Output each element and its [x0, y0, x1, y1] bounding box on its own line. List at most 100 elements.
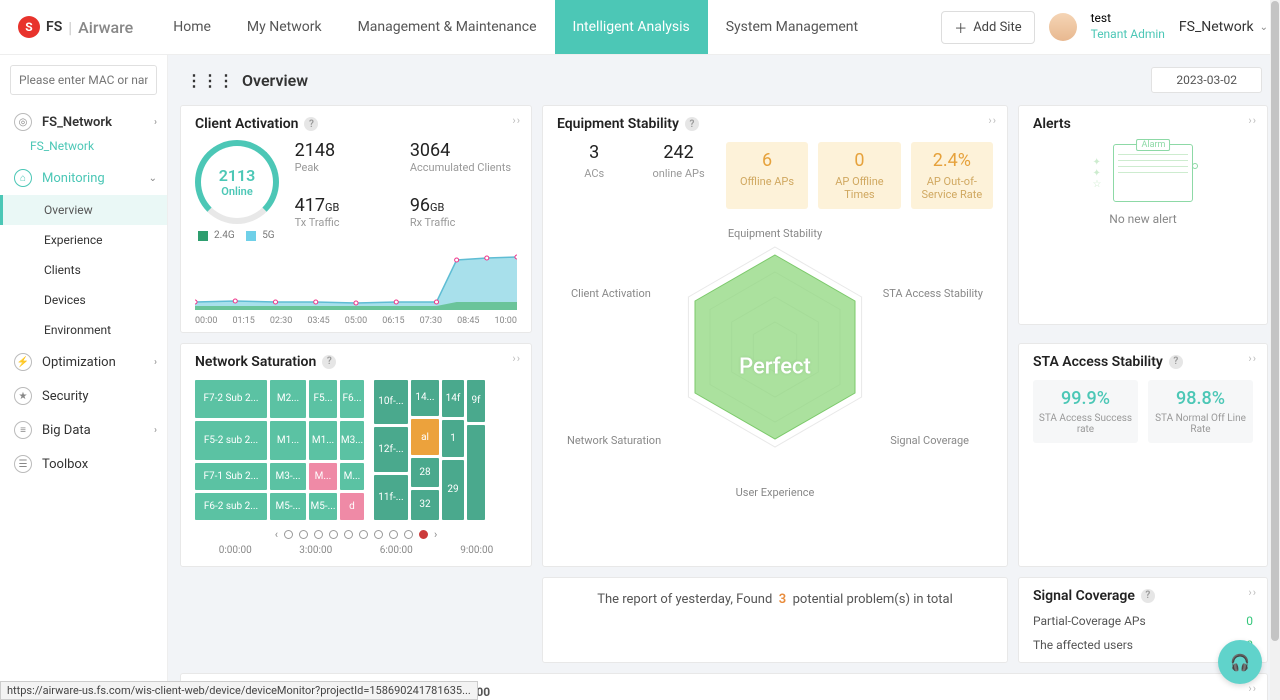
- tree-cell[interactable]: M5-...: [309, 493, 337, 520]
- card-menu-icon[interactable]: ››: [988, 114, 997, 127]
- sidebar-toolbox[interactable]: ☰ Toolbox: [0, 447, 167, 481]
- sidebar-root-child[interactable]: FS_Network: [0, 139, 167, 153]
- sidebar-optimization-label: Optimization: [42, 355, 116, 370]
- add-site-label: Add Site: [973, 20, 1021, 35]
- alarm-illustration: Alarm: [1113, 144, 1193, 202]
- peak-label: Peak: [295, 161, 402, 174]
- sta-offline-label: STA Normal Off Line Rate: [1152, 413, 1249, 435]
- tree-cell[interactable]: M1...: [309, 421, 337, 460]
- tree-cell[interactable]: 28: [411, 458, 439, 487]
- tree-cell[interactable]: 14f: [442, 380, 464, 417]
- oos-rate-label: AP Out-of-Service Rate: [915, 175, 989, 201]
- tree-cell[interactable]: 1: [442, 420, 464, 457]
- tree-cell[interactable]: M...: [309, 463, 337, 490]
- help-icon[interactable]: ?: [322, 355, 336, 369]
- sta-offline-value: 98.8%: [1152, 388, 1249, 409]
- rx-value: 96: [410, 195, 430, 216]
- tree-cell[interactable]: M3...: [340, 421, 364, 460]
- help-icon[interactable]: ?: [685, 117, 699, 131]
- user-role[interactable]: Tenant Admin: [1091, 27, 1165, 43]
- tree-cell[interactable]: F6...: [340, 380, 364, 419]
- network-selector[interactable]: FS_Network ⌄: [1179, 19, 1268, 35]
- client-activation-chart: 00:00 01:15 02:30 03:45 05:00 06:15 07:3…: [195, 250, 517, 322]
- tree-cell[interactable]: F7-1 Sub 2...: [195, 463, 267, 490]
- online-aps-value: 242: [641, 142, 715, 163]
- sidebar-monitoring[interactable]: ⌂ Monitoring ⌄: [0, 161, 167, 195]
- tree-cell[interactable]: M3-...: [270, 463, 306, 490]
- tree-cell[interactable]: F6-2 sub 2...: [195, 493, 267, 520]
- help-icon[interactable]: ?: [1141, 589, 1155, 603]
- tree-cell[interactable]: 14...: [411, 380, 439, 416]
- sidebar-devices[interactable]: Devices: [0, 285, 167, 315]
- xt: 10:00: [495, 316, 517, 326]
- tree-cell[interactable]: M5-...: [270, 493, 306, 520]
- tree-cell[interactable]: 11f-...: [374, 475, 408, 520]
- tree-cell[interactable]: M2...: [270, 380, 306, 419]
- scrollbar[interactable]: [1270, 0, 1280, 700]
- alerts-title: Alerts: [1033, 116, 1253, 132]
- chevron-left-icon[interactable]: ‹: [275, 528, 278, 541]
- tree-cell[interactable]: 9f: [467, 380, 485, 423]
- report-post: potential problem(s) in total: [793, 592, 953, 607]
- sidebar: ◎ FS_Network › FS_Network ⌂ Monitoring ⌄…: [0, 55, 168, 700]
- date-picker[interactable]: 2023-03-02: [1151, 67, 1262, 93]
- network-selector-label: FS_Network: [1179, 19, 1254, 35]
- tree-cell[interactable]: F5-2 sub 2...: [195, 421, 267, 460]
- network-saturation-card: ›› Network Saturation ? F7-2 Sub 2... F5…: [180, 343, 532, 567]
- sidebar-security[interactable]: ★ Security: [0, 379, 167, 413]
- chevron-right-icon[interactable]: ›: [434, 528, 437, 541]
- tree-cell[interactable]: [467, 425, 485, 519]
- treemap[interactable]: F7-2 Sub 2... F5-2 sub 2... F7-1 Sub 2..…: [195, 380, 517, 520]
- sidebar-big-data[interactable]: ≡ Big Data ›: [0, 413, 167, 447]
- radar-label: Network Saturation: [567, 434, 661, 447]
- sidebar-root-network[interactable]: ◎ FS_Network ›: [0, 105, 167, 139]
- card-menu-icon[interactable]: ››: [512, 352, 521, 365]
- sidebar-optimization[interactable]: ⚡ Optimization ›: [0, 345, 167, 379]
- add-site-button[interactable]: ＋Add Site: [941, 11, 1034, 44]
- card-menu-icon[interactable]: ››: [1248, 586, 1257, 599]
- nav-mgmt[interactable]: Management & Maintenance: [340, 0, 555, 54]
- sidebar-big-data-label: Big Data: [42, 423, 91, 438]
- radar-center-label: Perfect: [739, 355, 811, 380]
- card-menu-icon[interactable]: ››: [512, 114, 521, 127]
- fs-badge: S: [18, 16, 40, 38]
- nav-intelligent-analysis[interactable]: Intelligent Analysis: [555, 0, 708, 54]
- nav-system-mgmt[interactable]: System Management: [708, 0, 876, 54]
- nav-home[interactable]: Home: [155, 0, 229, 54]
- card-menu-icon[interactable]: ››: [1248, 682, 1257, 695]
- help-icon[interactable]: ?: [1169, 355, 1183, 369]
- tree-cell[interactable]: al: [411, 419, 439, 455]
- chevron-right-icon: ›: [154, 357, 157, 368]
- avatar[interactable]: [1049, 13, 1077, 41]
- card-menu-icon[interactable]: ››: [1248, 352, 1257, 365]
- nav-my-network[interactable]: My Network: [229, 0, 340, 54]
- tree-cell[interactable]: d: [340, 493, 364, 520]
- card-menu-icon[interactable]: ››: [1248, 114, 1257, 127]
- tree-cell[interactable]: 12f-...: [374, 427, 408, 472]
- sidebar-environment[interactable]: Environment: [0, 315, 167, 345]
- sidebar-experience[interactable]: Experience: [0, 225, 167, 255]
- support-fab[interactable]: 🎧: [1218, 640, 1262, 684]
- tree-cell[interactable]: 32: [411, 490, 439, 519]
- sidebar-overview[interactable]: Overview: [0, 195, 167, 225]
- tree-cell[interactable]: F7-2 Sub 2...: [195, 380, 267, 419]
- tree-cell[interactable]: 29: [442, 460, 464, 520]
- report-summary[interactable]: The report of yesterday, Found 3 potenti…: [542, 577, 1008, 663]
- search-input[interactable]: [10, 65, 157, 95]
- bolt-icon: ⚡: [14, 353, 32, 371]
- offline-aps-value: 6: [730, 150, 804, 171]
- tree-cell[interactable]: 10f-...: [374, 380, 408, 425]
- coverage-title: Signal Coverage: [1033, 588, 1135, 604]
- database-icon: ≡: [14, 421, 32, 439]
- tree-cell[interactable]: M...: [340, 463, 364, 490]
- help-icon[interactable]: ?: [304, 117, 318, 131]
- treemap-slider[interactable]: ‹ ›: [195, 528, 517, 541]
- tree-cell[interactable]: M1...: [270, 421, 306, 460]
- tree-cell[interactable]: F5...: [309, 380, 337, 419]
- user-name: test: [1091, 11, 1165, 27]
- acc-label: Accumulated Clients: [410, 161, 517, 174]
- xt: 05:00: [345, 316, 367, 326]
- sta-success-label: STA Access Success rate: [1037, 413, 1134, 435]
- sidebar-clients[interactable]: Clients: [0, 255, 167, 285]
- online-aps-label: online APs: [641, 167, 715, 180]
